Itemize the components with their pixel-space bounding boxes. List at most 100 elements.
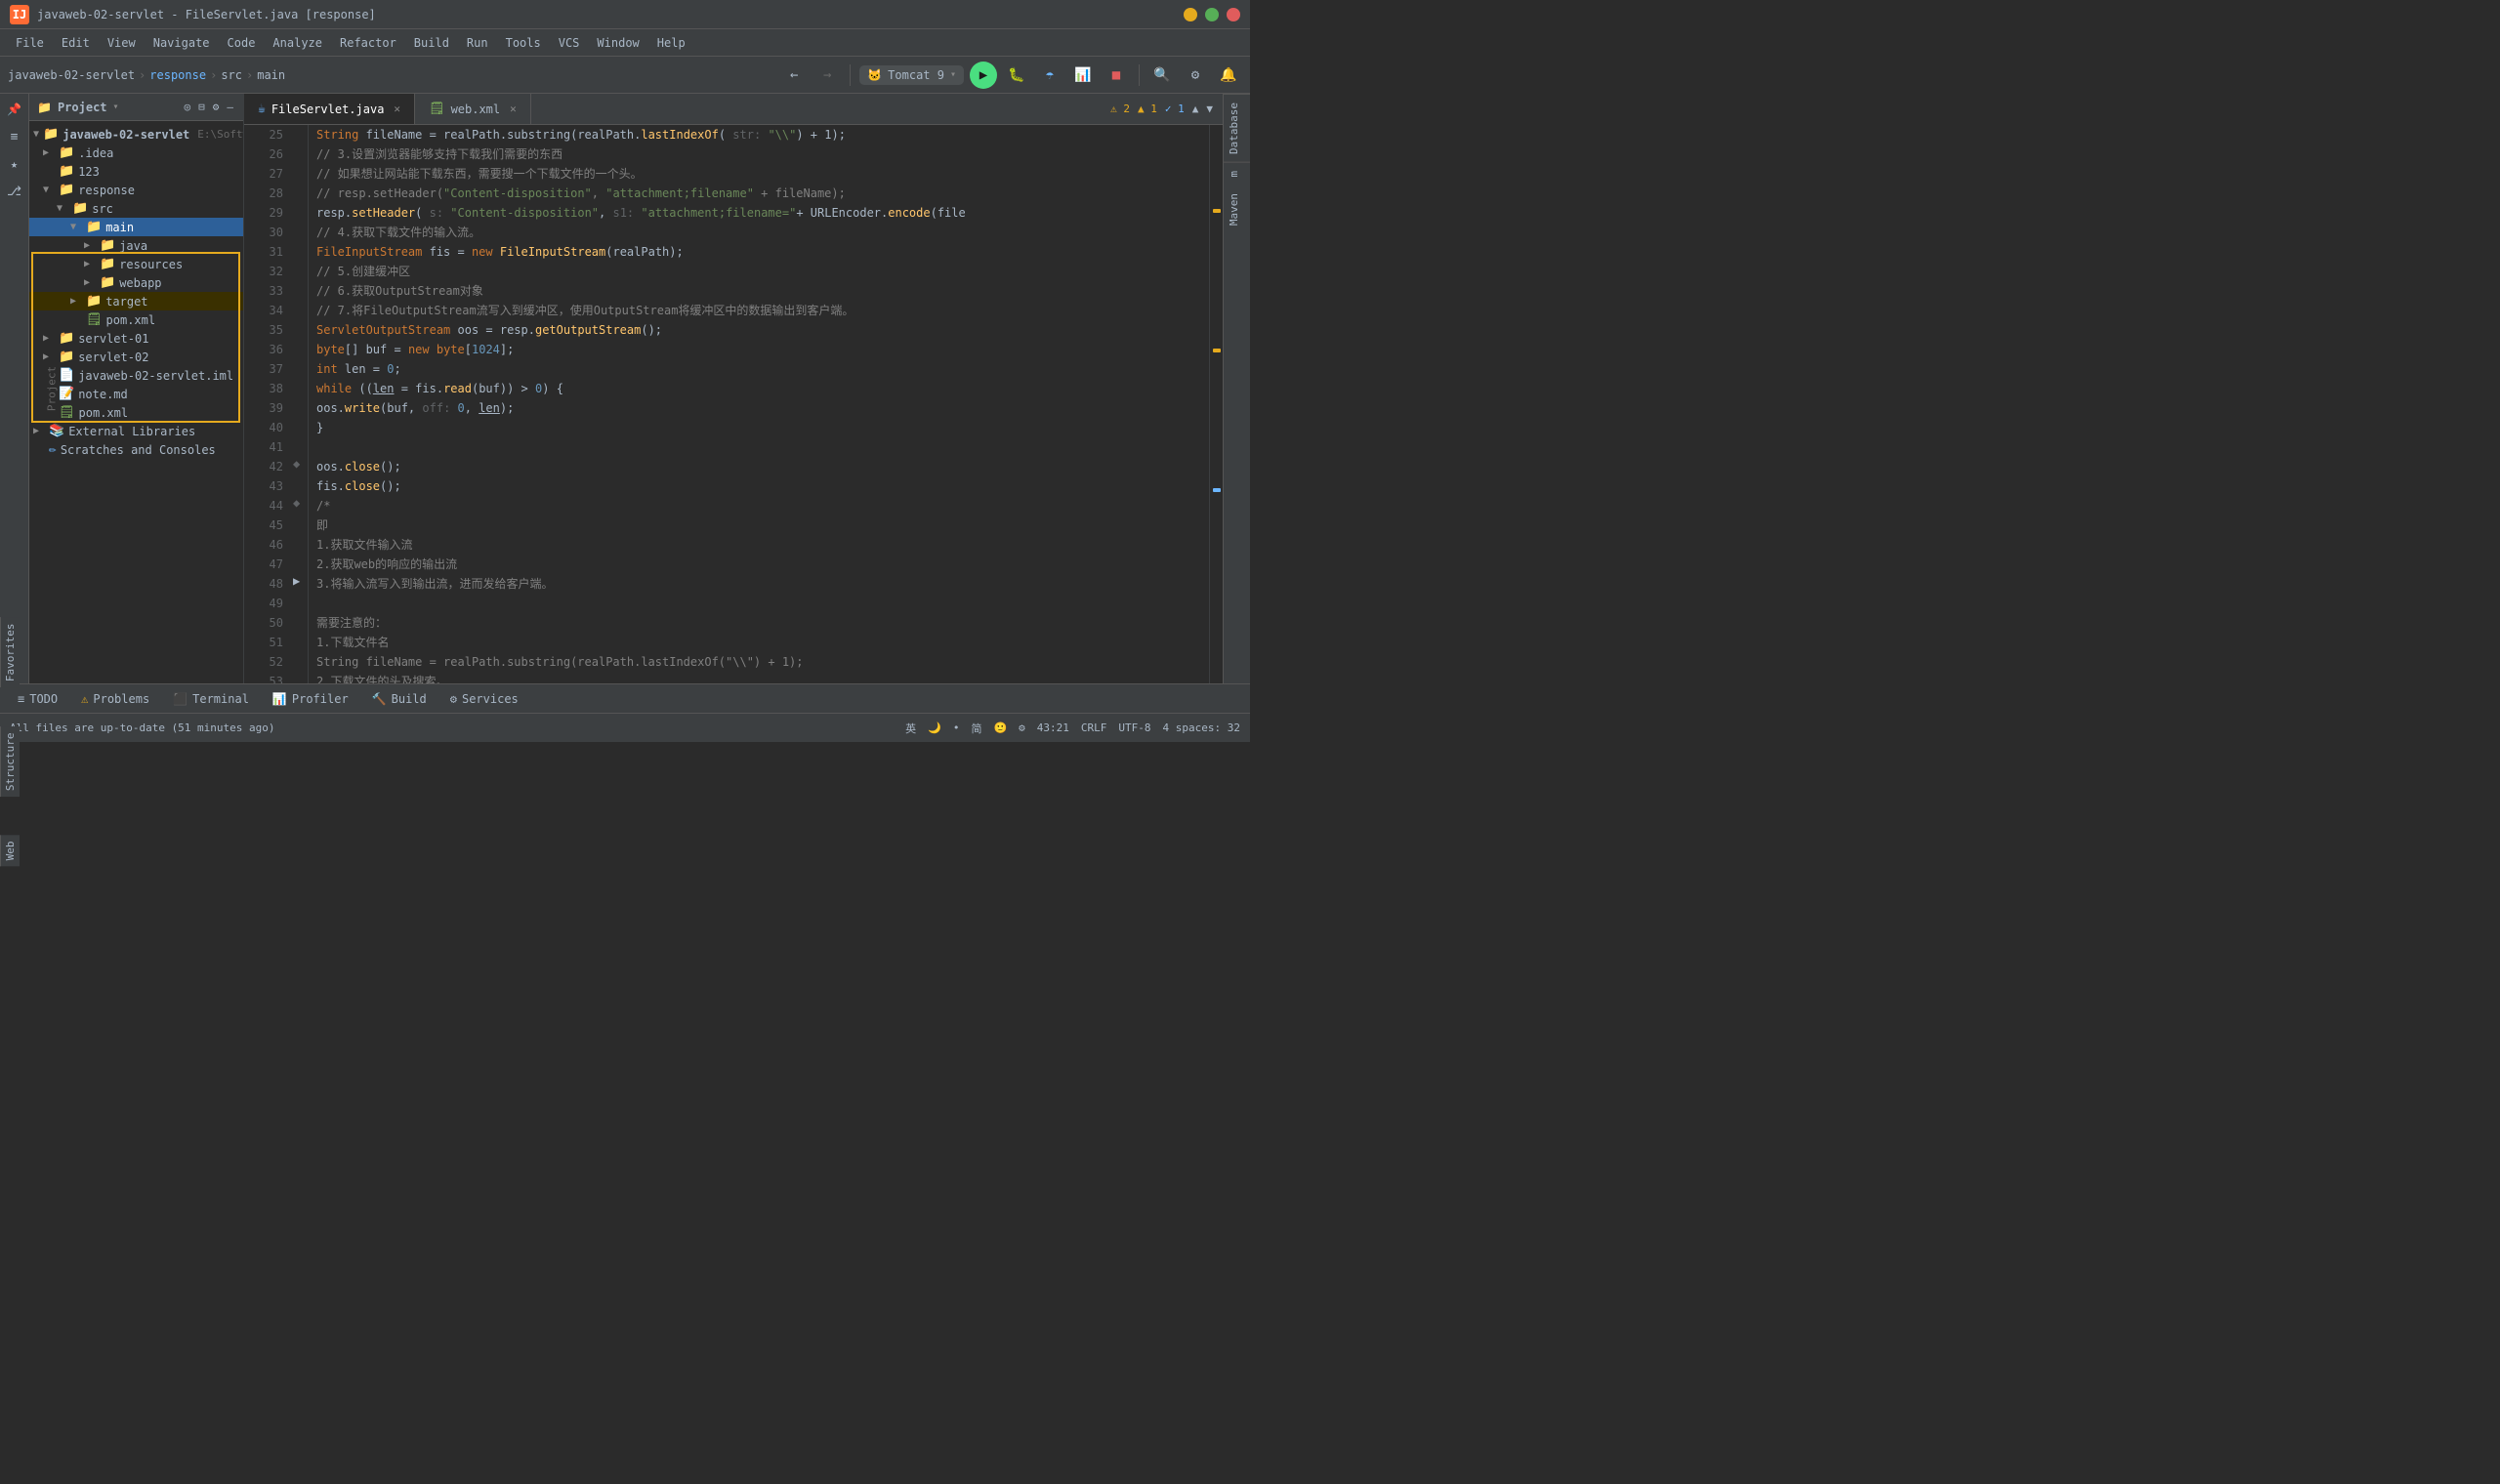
menu-navigate[interactable]: Navigate <box>146 33 218 53</box>
stop-button[interactable]: ■ <box>1103 62 1130 89</box>
sidebar-m-tab[interactable]: m <box>1224 162 1250 186</box>
run-button[interactable]: ▶ <box>970 62 997 89</box>
profile-button[interactable]: 📊 <box>1069 62 1097 89</box>
tree-item-root-pom[interactable]: ▶ 🗒 pom.xml <box>29 403 243 422</box>
git-btn[interactable]: ⎇ <box>3 180 26 203</box>
tree-item-servlet02[interactable]: ▶ 📁 servlet-02 <box>29 348 243 366</box>
status-lang[interactable]: 英 <box>905 721 916 736</box>
notifications-button[interactable]: 🔔 <box>1215 62 1242 89</box>
debug-button[interactable]: 🐛 <box>1003 62 1030 89</box>
close-button[interactable]: ✕ <box>1227 8 1240 21</box>
tree-item-main[interactable]: ▼ 📁 main <box>29 218 243 236</box>
tree-item-extlibs[interactable]: ▶ 📚 External Libraries <box>29 422 243 440</box>
xml-file-icon: 🗒 <box>429 102 445 116</box>
ln-49: 49 <box>248 594 283 613</box>
project-view-pin[interactable]: 📌 <box>3 98 26 121</box>
menu-code[interactable]: Code <box>220 33 264 53</box>
nav-up-btn[interactable]: ▲ <box>1192 103 1199 115</box>
menu-build[interactable]: Build <box>406 33 457 53</box>
coverage-button[interactable]: ☂ <box>1036 62 1063 89</box>
tab-fileservlet[interactable]: ☕ FileServlet.java ✕ <box>244 94 415 124</box>
tree-item-response[interactable]: ▼ 📁 response <box>29 181 243 199</box>
tree-item-pom-response[interactable]: ▶ 🗒 pom.xml <box>29 310 243 329</box>
tree-item-src[interactable]: ▼ 📁 src <box>29 199 243 218</box>
structure-tab[interactable]: Structure <box>0 726 20 797</box>
menu-edit[interactable]: Edit <box>54 33 98 53</box>
warning-marker-1 <box>1213 209 1221 213</box>
menu-analyze[interactable]: Analyze <box>265 33 330 53</box>
breadcrumb-project[interactable]: javaweb-02-servlet <box>8 68 135 82</box>
menu-run[interactable]: Run <box>459 33 496 53</box>
tree-label-123: 123 <box>78 165 100 179</box>
status-settings[interactable]: ⚙ <box>1019 721 1025 734</box>
tree-item-servlet01[interactable]: ▶ 📁 servlet-01 <box>29 329 243 348</box>
tree-item-scratches[interactable]: ▶ ✏ Scratches and Consoles <box>29 440 243 459</box>
tab-terminal[interactable]: ⬛ Terminal <box>163 689 259 709</box>
tab-fileservlet-close[interactable]: ✕ <box>394 103 400 115</box>
tab-services[interactable]: ⚙ Services <box>440 689 528 709</box>
status-emoji[interactable]: 🙂 <box>993 721 1007 734</box>
fold-marker-44[interactable]: ▶ <box>293 574 300 588</box>
tab-build[interactable]: 🔨 Build <box>362 689 437 709</box>
tab-problems[interactable]: ⚠ Problems <box>71 689 159 709</box>
sidebar-database-tab[interactable]: Database <box>1224 94 1250 162</box>
tree-item-123[interactable]: ▶ 📁 123 <box>29 162 243 181</box>
menu-vcs[interactable]: VCS <box>551 33 588 53</box>
fold-marker-38[interactable]: ◆ <box>293 457 300 471</box>
tab-webxml[interactable]: 🗒 web.xml ✕ <box>415 94 531 124</box>
menu-tools[interactable]: Tools <box>498 33 549 53</box>
tree-item-webapp[interactable]: ▶ 📁 webapp <box>29 273 243 292</box>
code-content[interactable]: String fileName = realPath.substring(rea… <box>309 125 1209 683</box>
favorites-tab[interactable]: Favorites <box>0 617 20 687</box>
tree-item-resources[interactable]: ▶ 📁 resources <box>29 255 243 273</box>
tree-item-notemd[interactable]: ▶ 📝 note.md <box>29 385 243 403</box>
app-logo: IJ <box>10 5 29 24</box>
sidebar-maven-tab[interactable]: Maven <box>1224 186 1250 233</box>
fold-marker-40[interactable]: ◆ <box>293 496 300 510</box>
menu-help[interactable]: Help <box>649 33 693 53</box>
run-config-selector[interactable]: 🐱 Tomcat 9 ▾ <box>859 65 964 85</box>
tree-item-idea[interactable]: ▶ 📁 .idea <box>29 144 243 162</box>
breadcrumb-response[interactable]: response <box>149 68 206 82</box>
status-indent[interactable]: 4 spaces: 32 <box>1163 721 1240 734</box>
minimize-button[interactable]: − <box>1184 8 1197 21</box>
tree-settings-btn[interactable]: ⚙ <box>211 99 222 115</box>
ln-27: 27 <box>248 164 283 184</box>
left-edge-tabs: Favorites Structure Web <box>0 617 20 866</box>
back-button[interactable]: ← <box>780 62 808 89</box>
web-tab[interactable]: Web <box>0 836 20 867</box>
tree-item-iml[interactable]: ▶ 📄 javaweb-02-servlet.iml <box>29 366 243 385</box>
menu-file[interactable]: File <box>8 33 52 53</box>
collapse-all-btn[interactable]: ⊟ <box>196 99 207 115</box>
status-encoding[interactable]: UTF-8 <box>1118 721 1150 734</box>
nav-down-btn[interactable]: ▼ <box>1206 103 1213 115</box>
menu-view[interactable]: View <box>100 33 144 53</box>
menu-refactor[interactable]: Refactor <box>332 33 404 53</box>
todo-label: TODO <box>29 692 58 706</box>
settings-button[interactable]: ⚙ <box>1182 62 1209 89</box>
search-everywhere-button[interactable]: 🔍 <box>1148 62 1176 89</box>
status-simplified[interactable]: 简 <box>971 721 981 736</box>
status-position[interactable]: 43:21 <box>1037 721 1069 734</box>
breadcrumb-main[interactable]: main <box>257 68 285 82</box>
bookmarks-btn[interactable]: ★ <box>3 152 26 176</box>
structure-view-btn[interactable]: ≡ <box>3 125 26 148</box>
status-moon[interactable]: 🌙 <box>928 721 941 734</box>
tab-profiler[interactable]: 📊 Profiler <box>263 689 358 709</box>
tree-item-java[interactable]: ▶ 📁 java <box>29 236 243 255</box>
maximize-button[interactable]: □ <box>1205 8 1219 21</box>
locate-file-btn[interactable]: ◎ <box>183 99 193 115</box>
breadcrumb-src[interactable]: src <box>221 68 242 82</box>
window-title: javaweb-02-servlet - FileServlet.java [r… <box>37 8 376 21</box>
code-editor[interactable]: 25 26 27 28 29 30 31 32 33 34 35 36 37 3… <box>244 125 1223 683</box>
menu-window[interactable]: Window <box>589 33 646 53</box>
status-crlf[interactable]: CRLF <box>1081 721 1107 734</box>
tree-item-root[interactable]: ▼ 📁 javaweb-02-servlet E:\Software\IDEA\… <box>29 125 243 144</box>
tab-webxml-close[interactable]: ✕ <box>510 103 517 115</box>
tree-hide-btn[interactable]: — <box>225 99 235 115</box>
tree-item-target[interactable]: ▶ 📁 target <box>29 292 243 310</box>
forward-button[interactable]: → <box>813 62 841 89</box>
file-tree-content[interactable]: ▼ 📁 javaweb-02-servlet E:\Software\IDEA\… <box>29 121 243 683</box>
warning-marker-2 <box>1213 349 1221 352</box>
file-tree-dropdown[interactable]: ▾ <box>113 102 119 112</box>
